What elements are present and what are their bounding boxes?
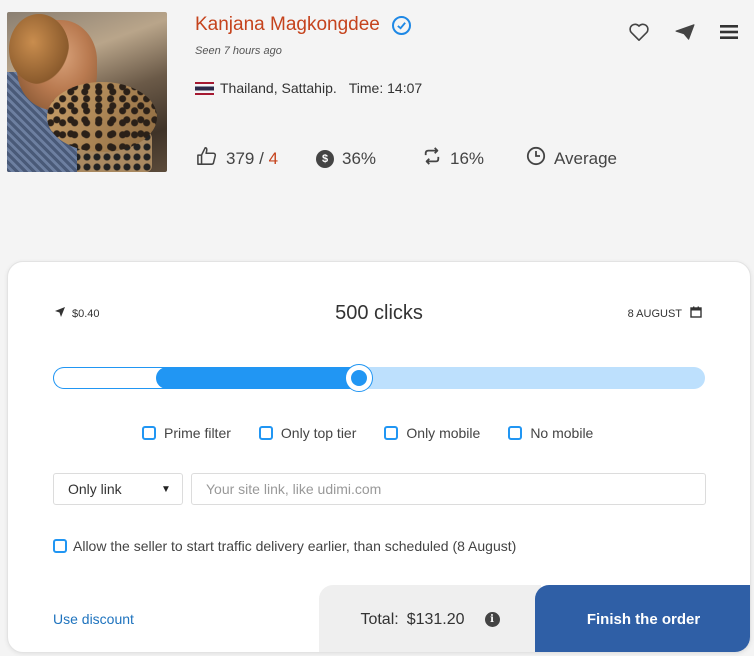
order-total: Total: $131.20 i: [319, 585, 541, 652]
traffic-filters: Prime filter Only top tier Only mobile N…: [142, 425, 621, 441]
likes-count: 379: [226, 148, 255, 168]
dislikes-count: 4: [268, 148, 279, 168]
filter-prime[interactable]: Prime filter: [142, 425, 231, 441]
seller-avatar[interactable]: [7, 12, 167, 172]
location-text: Thailand, Sattahip.: [220, 80, 337, 96]
link-type-select[interactable]: Only link ▼: [53, 473, 183, 505]
seller-name[interactable]: Kanjana Magkongdee: [195, 14, 411, 36]
filter-prime-label[interactable]: Prime filter: [164, 425, 231, 441]
last-seen: Seen 7 hours ago: [195, 45, 282, 57]
allow-early-checkbox[interactable]: [53, 539, 67, 553]
likes-separator: /: [259, 148, 264, 168]
dollar-icon: $: [316, 149, 334, 168]
seller-name-text[interactable]: Kanjana Magkongdee: [195, 14, 380, 36]
seller-stats: 379 / 4 $ 36% 16% Average: [196, 146, 617, 171]
link-type-value[interactable]: Only link: [68, 481, 122, 497]
total-label: Total:: [360, 610, 399, 628]
filter-no-mobile[interactable]: No mobile: [508, 425, 593, 441]
calendar-icon[interactable]: [690, 306, 702, 321]
finish-order-button[interactable]: Finish the order: [535, 585, 750, 652]
photo-hair: [9, 14, 69, 84]
filter-prime-checkbox[interactable]: [142, 426, 156, 440]
clicks-slider[interactable]: [53, 364, 705, 392]
photo-cat: [47, 82, 157, 152]
repeat-icon: [422, 147, 442, 170]
filter-only-mobile-checkbox[interactable]: [384, 426, 399, 440]
sales-stat: $ 36%: [316, 149, 422, 169]
speed-value: Average: [554, 148, 618, 168]
allow-early-delivery[interactable]: Allow the seller to start traffic delive…: [53, 538, 516, 554]
local-time: Time: 14:07: [348, 80, 423, 96]
menu-icon[interactable]: [720, 24, 738, 45]
thumbs-up-icon: [196, 146, 218, 171]
sales-percent: 36%: [342, 148, 377, 168]
seller-location: Thailand, Sattahip. Time: 14:07: [195, 80, 422, 96]
slider-fill: [156, 367, 371, 389]
send-icon[interactable]: [674, 23, 696, 46]
filter-no-mobile-checkbox[interactable]: [508, 426, 523, 440]
thailand-flag-icon: [195, 81, 214, 95]
caret-down-icon[interactable]: ▼: [150, 474, 182, 504]
filter-top-tier-checkbox[interactable]: [258, 426, 273, 440]
order-card: $0.40 500 clicks 8 AUGUST Prime filter O…: [7, 261, 751, 653]
heart-icon[interactable]: [628, 22, 650, 47]
verified-icon: [391, 15, 411, 35]
order-date[interactable]: 8 AUGUST: [628, 306, 702, 321]
speed-stat: Average: [526, 146, 617, 171]
use-discount-link[interactable]: Use discount: [53, 611, 134, 627]
site-link-input[interactable]: [191, 473, 706, 505]
filter-top-tier-label[interactable]: Only top tier: [281, 425, 356, 441]
repeat-stat: 16%: [422, 147, 526, 170]
filter-only-mobile-label[interactable]: Only mobile: [406, 425, 480, 441]
repeat-percent: 16%: [450, 148, 485, 168]
filter-top-tier[interactable]: Only top tier: [258, 425, 356, 441]
allow-early-label[interactable]: Allow the seller to start traffic delive…: [73, 538, 516, 554]
slider-track-start: [53, 367, 168, 389]
filter-no-mobile-label[interactable]: No mobile: [530, 425, 593, 441]
profile-actions: [628, 22, 738, 47]
rating-stat: 379 / 4: [196, 146, 316, 171]
clock-icon: [526, 146, 546, 171]
info-icon[interactable]: i: [484, 612, 500, 627]
total-value: $131.20: [406, 610, 465, 628]
slider-thumb[interactable]: [345, 364, 373, 392]
filter-only-mobile[interactable]: Only mobile: [384, 425, 480, 441]
date-value[interactable]: 8 AUGUST: [628, 308, 682, 320]
